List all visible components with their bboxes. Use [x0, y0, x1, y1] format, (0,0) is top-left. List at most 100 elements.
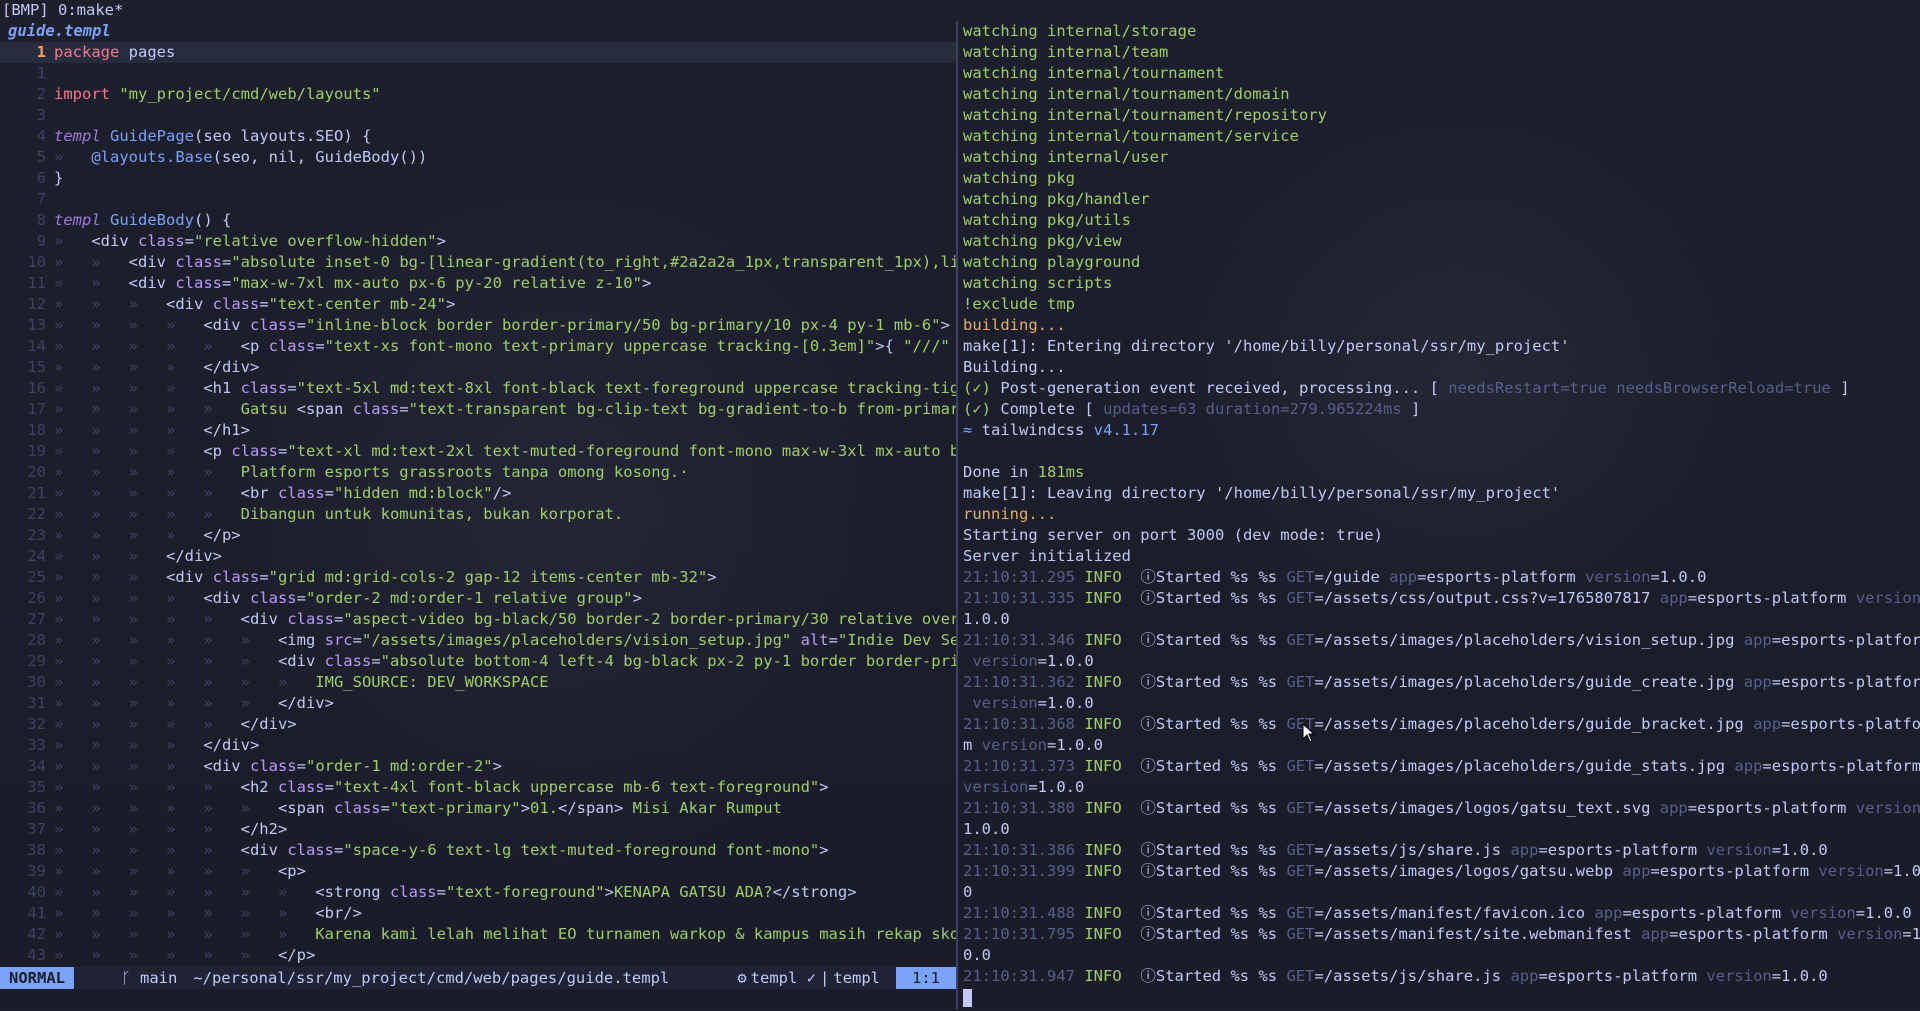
code-line[interactable]: 35 » » » » » <h2 class="text-4xl font-bla… [0, 777, 956, 798]
line-number: 21 [27, 484, 46, 502]
code-line[interactable]: 19 » » » » <p class="text-xl md:text-2xl … [0, 441, 956, 462]
code-line[interactable]: 17 » » » » » Gatsu <span class="text-tran… [0, 399, 956, 420]
indent-guide: » [203, 715, 241, 733]
code-line[interactable]: 13 » » » » <div class="inline-block borde… [0, 315, 956, 336]
code-line[interactable]: 41 » » » » » » » <br/> [0, 903, 956, 924]
terminal-token: =1.0. [1883, 862, 1920, 880]
code-token: IMG_SOURCE: DEV_WORKSPACE [315, 673, 549, 691]
code-line[interactable]: 39 » » » » » » <p> [0, 861, 956, 882]
code-line[interactable]: 20 » » » » » Platform esports grassroots … [0, 462, 956, 483]
code-line[interactable]: 28» » » » » » <img src="/assets/images/p… [0, 630, 956, 651]
terminal-token: app [1753, 715, 1782, 733]
code-line[interactable]: 9 » <div class="relative overflow-hidden"… [0, 231, 956, 252]
indent-guide: » [54, 442, 92, 460]
code-line[interactable]: 2 import "my_project/cmd/web/layouts" [0, 84, 956, 105]
code-text: » » » <div class="text-center mb-24"> [54, 295, 455, 313]
indent-guide: » [54, 883, 92, 901]
code-line[interactable]: 23 » » » » </p> [0, 525, 956, 546]
code-token: = [315, 337, 325, 355]
code-token: <div [128, 274, 176, 292]
code-text: » » » » » Dibangun untuk komunitas, buka… [54, 505, 623, 523]
terminal-token: ⓘStarted %s %s [1121, 925, 1287, 943]
code-line[interactable]: 16 » » » » <h1 class="text-5xl md:text-8x… [0, 378, 956, 399]
code-line[interactable]: 15 » » » » </div> [0, 357, 956, 378]
terminal-pane[interactable]: watching internal/storage watching intern… [960, 21, 1920, 1009]
code-line[interactable]: 18 » » » » </h1> [0, 420, 956, 441]
code-lines[interactable]: 1 package pages 1 2 import "my_project/cmd/w… [0, 42, 956, 966]
code-line[interactable]: 37 » » » » » </h2> [0, 819, 956, 840]
file-path: ~/personal/ssr/my_project/cmd/web/pages/… [193, 969, 670, 987]
code-line[interactable]: 36 » » » » » » <span class="text-primary"… [0, 798, 956, 819]
code-line[interactable]: 34 » » » » <div class="order-1 md:order-2… [0, 756, 956, 777]
indent-guide: » [128, 484, 166, 502]
code-line[interactable]: 29 » » » » » » <div class="absolute botto… [0, 651, 956, 672]
indent-guide: » [203, 400, 241, 418]
code-line[interactable]: 14 » » » » » <p class="text-xs font-mono … [0, 336, 956, 357]
code-line[interactable]: 6} [0, 168, 956, 189]
terminal-line: watching internal/tournament/service [960, 126, 1920, 147]
code-line[interactable]: 22 » » » » » Dibangun untuk komunitas, bu… [0, 504, 956, 525]
code-line[interactable]: 4 templ GuidePage(seo layouts.SEO) { [0, 126, 956, 147]
indent-guide: » [165, 841, 204, 859]
terminal-token: GET [1286, 967, 1315, 985]
editor-filename: guide.templ [8, 22, 111, 40]
code-line[interactable]: 1 [0, 63, 956, 84]
indent-guide: » [203, 505, 241, 523]
terminal-token: =esports-platform [1538, 841, 1707, 859]
terminal-line: m version=1.0.0 [960, 735, 1920, 756]
code-line[interactable]: 3 [0, 105, 956, 126]
code-line[interactable]: 12 » » » <div class="text-center mb-24"> [0, 294, 956, 315]
code-line[interactable]: 7 [0, 189, 956, 210]
code-line[interactable]: 27 » » » » » <div class="aspect-video bg-… [0, 609, 956, 630]
code-line[interactable]: 26 » » » » <div class="order-2 md:order-1… [0, 588, 956, 609]
code-line[interactable]: 40 » » » » » » » <strong class="text-fore… [0, 882, 956, 903]
code-text: » » » » » </div> [54, 715, 297, 733]
line-number: 13 [27, 316, 46, 334]
terminal-token: Building... [963, 358, 1066, 376]
indent-guide: » [165, 757, 204, 775]
code-editor-pane[interactable]: guide.templ 1 package pages 1 2 import "my_p… [0, 21, 956, 969]
indent-guide: » [54, 274, 92, 292]
indent-guide: » [91, 526, 129, 544]
cursor-position: 1:1 [896, 967, 956, 989]
pane-divider[interactable] [956, 21, 958, 1009]
code-line[interactable]: 25 » » » <div class="grid md:grid-cols-2 … [0, 567, 956, 588]
terminal-token: app [1743, 673, 1772, 691]
terminal-line: version=1.0.0 [960, 651, 1920, 672]
indent-guide: » [91, 484, 129, 502]
code-line[interactable]: 1 package pages [0, 42, 956, 63]
code-token: class [249, 316, 297, 334]
code-line[interactable]: 38 » » » » » <div class="space-y-6 text-l… [0, 840, 956, 861]
code-line[interactable]: 21 » » » » » <br class="hidden md:block"/… [0, 483, 956, 504]
indent-guide: » [91, 757, 129, 775]
terminal-prompt-line[interactable] [960, 987, 1920, 1008]
code-line[interactable]: 10 » » <div class="absolute inset-0 bg-[l… [0, 252, 956, 273]
code-line[interactable]: 24 » » » </div> [0, 546, 956, 567]
code-line[interactable]: 42 » » » » » » » Karena kami lelah meliha… [0, 924, 956, 945]
code-line[interactable]: 31 » » » » » » </div> [0, 693, 956, 714]
code-line[interactable]: 8 templ GuideBody() { [0, 210, 956, 231]
terminal-token: =1.0.0 [1047, 736, 1103, 754]
terminal-token: Complete [ [991, 400, 1103, 418]
code-line[interactable]: 11 » » <div class="max-w-7xl mx-auto px-6… [0, 273, 956, 294]
code-text: » » <div class="max-w-7xl mx-auto px-6 p… [54, 274, 651, 292]
terminal-token: ] [1830, 379, 1850, 397]
terminal-line: make[1]: Leaving directory '/home/billy/… [960, 483, 1920, 504]
line-number: 20 [27, 463, 46, 481]
terminal-token: ≈ [963, 421, 973, 439]
code-line[interactable]: 32 » » » » » </div> [0, 714, 956, 735]
code-line[interactable]: 5 » @layouts.Base(seo, nil, GuideBody()) [0, 147, 956, 168]
code-token: </div> [240, 715, 297, 733]
line-number: 14 [27, 337, 46, 355]
indent-guide: » [91, 400, 129, 418]
indent-guide: » [165, 358, 204, 376]
code-token: "text-transparent bg-clip-text bg-gradie… [408, 400, 956, 418]
terminal-token: version [1818, 862, 1884, 880]
code-line[interactable]: 33 » » » » </div> [0, 735, 956, 756]
code-token: = [296, 316, 306, 334]
code-token: class [352, 400, 400, 418]
code-token: "text-primary" [389, 799, 521, 817]
code-line[interactable]: 30 » » » » » » » IMG_SOURCE: DEV_WORKSPAC… [0, 672, 956, 693]
terminal-token: 21:10:31.947 [963, 967, 1085, 985]
code-token: "///" [903, 337, 950, 355]
